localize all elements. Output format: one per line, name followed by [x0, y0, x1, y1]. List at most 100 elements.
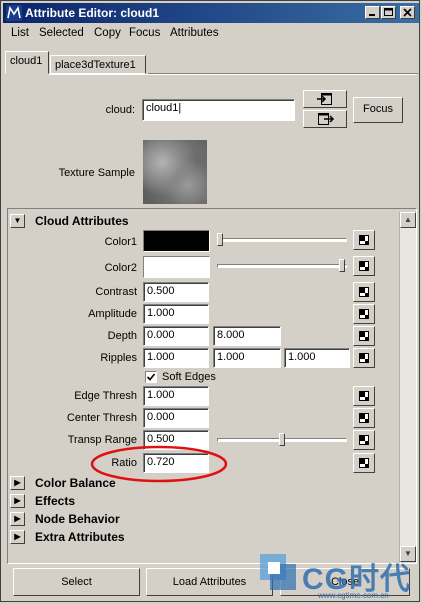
texture-sample-label: Texture Sample	[58, 167, 135, 179]
node-type-label: cloud:	[105, 104, 135, 116]
expand-arrow-icon: ▶	[10, 530, 25, 544]
checker-map-icon	[359, 413, 369, 423]
section-node-behavior-label: Node Behavior	[35, 512, 120, 526]
section-cloud-attributes-label: Cloud Attributes	[35, 214, 129, 228]
menu-attributes[interactable]: Attributes	[170, 27, 219, 39]
section-extra-attributes[interactable]: ▶ Extra Attributes	[10, 529, 399, 546]
ratio-map-button[interactable]	[353, 453, 375, 473]
edge-thresh-value: 1.000	[147, 389, 175, 401]
checker-map-icon	[359, 331, 369, 341]
attribute-editor-window: Attribute Editor: cloud1 List Selected C…	[0, 0, 420, 602]
center-thresh-map-button[interactable]	[353, 408, 375, 428]
amplitude-field[interactable]: 1.000	[143, 304, 209, 324]
output-connection-icon	[318, 113, 335, 125]
expand-arrow-icon: ▶	[10, 494, 25, 508]
section-cloud-attributes[interactable]: ▼ Cloud Attributes	[10, 213, 399, 230]
contrast-field[interactable]: 0.500	[143, 282, 209, 302]
watermark-logo: CG时代 www.cgtime.com.cn	[258, 548, 421, 602]
scroll-up-icon[interactable]: ▲	[400, 212, 416, 228]
color2-slider[interactable]	[217, 264, 347, 268]
checker-map-icon	[359, 235, 369, 245]
edge-thresh-map-button[interactable]	[353, 386, 375, 406]
section-extra-attributes-label: Extra Attributes	[35, 530, 125, 544]
depth-max-value: 8.000	[217, 329, 245, 341]
menu-list[interactable]: List	[11, 27, 29, 39]
collapse-arrow-icon: ▼	[10, 214, 25, 228]
input-connection-icon	[317, 93, 332, 105]
edge-thresh-field[interactable]: 1.000	[143, 386, 209, 406]
contrast-value: 0.500	[147, 285, 175, 297]
depth-max-field[interactable]: 8.000	[213, 326, 281, 346]
checker-map-icon	[359, 391, 369, 401]
color2-label: Color2	[104, 262, 137, 274]
select-button-label: Select	[61, 576, 92, 588]
checker-map-icon	[359, 458, 369, 468]
watermark-url: www.cgtime.com.cn	[318, 591, 389, 600]
expand-arrow-icon: ▶	[10, 476, 25, 490]
title-bar[interactable]: Attribute Editor: cloud1	[3, 3, 419, 23]
focus-button[interactable]: Focus	[353, 97, 403, 123]
load-attributes-button[interactable]: Load Attributes	[146, 568, 273, 596]
section-node-behavior[interactable]: ▶ Node Behavior	[10, 511, 399, 528]
color2-map-button[interactable]	[353, 256, 375, 276]
center-thresh-label: Center Thresh	[66, 412, 137, 424]
expand-arrow-icon: ▶	[10, 512, 25, 526]
color1-swatch[interactable]	[143, 230, 210, 252]
ripples-x-field[interactable]: 1.000	[143, 348, 209, 368]
color1-slider[interactable]	[217, 238, 347, 242]
amplitude-value: 1.000	[147, 307, 175, 319]
transp-range-slider-handle[interactable]	[279, 433, 285, 446]
text-caret: |	[178, 102, 182, 114]
maximize-button[interactable]	[381, 6, 396, 19]
focus-button-label: Focus	[363, 103, 393, 115]
tab-strip-filler	[148, 57, 418, 74]
depth-map-button[interactable]	[353, 326, 375, 346]
node-name-field[interactable]: cloud1|	[142, 99, 295, 121]
color2-swatch[interactable]	[143, 256, 210, 278]
menu-selected[interactable]: Selected	[39, 27, 84, 39]
checker-map-icon	[359, 261, 369, 271]
section-color-balance[interactable]: ▶ Color Balance	[10, 475, 399, 492]
close-window-button[interactable]	[400, 6, 415, 19]
section-effects[interactable]: ▶ Effects	[10, 493, 399, 510]
color2-slider-handle[interactable]	[339, 259, 345, 272]
menu-copy[interactable]: Copy	[94, 27, 121, 39]
color1-slider-handle[interactable]	[217, 233, 223, 246]
load-attributes-button-label: Load Attributes	[172, 576, 247, 588]
ripples-y-value: 1.000	[217, 351, 245, 363]
ripples-z-field[interactable]: 1.000	[284, 348, 350, 368]
depth-label: Depth	[107, 330, 137, 342]
depth-min-field[interactable]: 0.000	[143, 326, 209, 346]
ripples-label: Ripples	[100, 352, 137, 364]
minimize-icon	[369, 14, 375, 16]
vertical-scrollbar[interactable]: ▲ ▼	[399, 212, 416, 562]
center-thresh-field[interactable]: 0.000	[143, 408, 209, 428]
minimize-button[interactable]	[365, 6, 380, 19]
tab-cloud1[interactable]: cloud1	[5, 51, 49, 74]
tab-place3dtexture1[interactable]: place3dTexture1	[50, 55, 146, 74]
color1-map-button[interactable]	[353, 230, 375, 250]
transp-range-map-button[interactable]	[353, 430, 375, 450]
tab-divider	[49, 74, 417, 75]
checkmark-icon	[146, 373, 156, 381]
texture-sample-swatch[interactable]	[143, 140, 207, 204]
menu-focus[interactable]: Focus	[129, 27, 160, 39]
section-color-balance-label: Color Balance	[35, 476, 116, 490]
input-connections-button[interactable]	[303, 90, 347, 108]
checker-map-icon	[359, 435, 369, 445]
output-connections-button[interactable]	[303, 110, 347, 128]
soft-edges-checkbox[interactable]	[145, 371, 157, 383]
depth-min-value: 0.000	[147, 329, 175, 341]
ripples-x-value: 1.000	[147, 351, 175, 363]
amplitude-map-button[interactable]	[353, 304, 375, 324]
soft-edges-label: Soft Edges	[162, 371, 216, 383]
cg-logo-icon	[260, 554, 296, 590]
ripples-y-field[interactable]: 1.000	[213, 348, 281, 368]
contrast-map-button[interactable]	[353, 282, 375, 302]
checker-map-icon	[359, 309, 369, 319]
close-icon	[403, 8, 412, 17]
checker-map-icon	[359, 353, 369, 363]
select-button[interactable]: Select	[13, 568, 140, 596]
ripples-z-value: 1.000	[288, 351, 316, 363]
ripples-map-button[interactable]	[353, 348, 375, 368]
